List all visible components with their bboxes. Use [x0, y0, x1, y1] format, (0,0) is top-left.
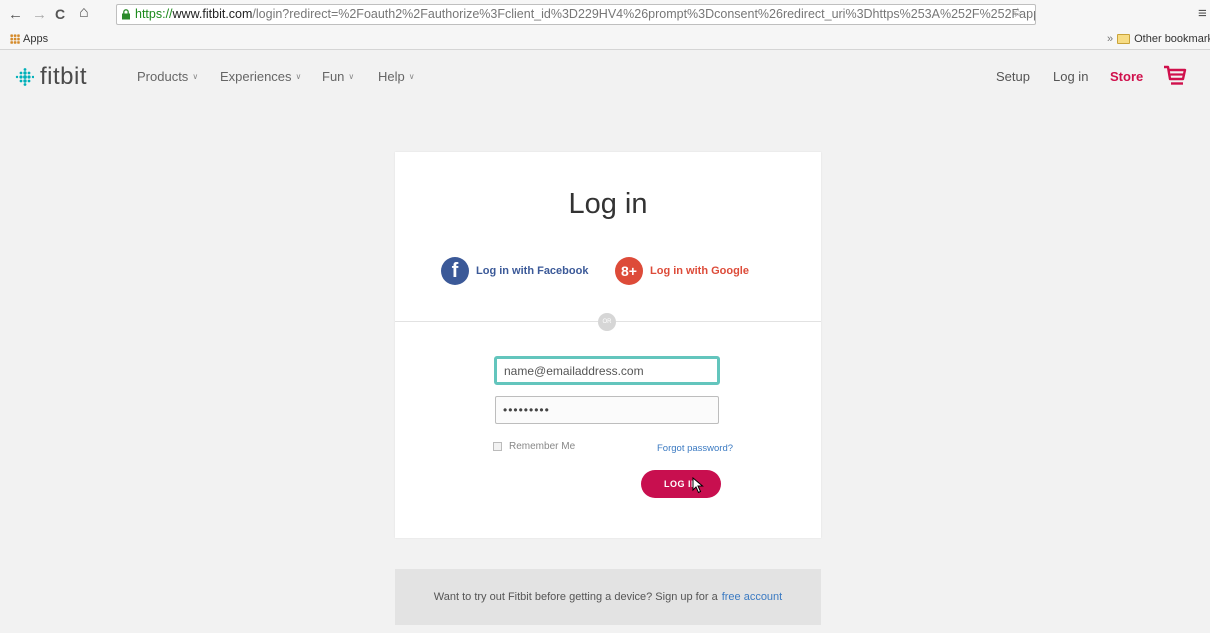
chevron-down-icon: ∨	[295, 72, 302, 81]
remember-me-label: Remember Me	[509, 441, 576, 452]
bookmark-star-icon[interactable]: ☆	[1012, 5, 1024, 21]
apps-shortcut[interactable]: Apps	[10, 33, 48, 45]
page-title: Log in	[568, 188, 648, 220]
browser-chrome: ← → C ⌂ https://www.fitbit.com/login?red…	[0, 0, 1210, 50]
browser-menu-icon[interactable]: ≡	[1198, 5, 1207, 22]
nav-label: Experiences	[220, 69, 292, 84]
login-button[interactable]: LOG IN	[641, 470, 721, 498]
cart-icon[interactable]	[1163, 65, 1187, 87]
apps-grid-icon	[10, 34, 20, 44]
apps-label: Apps	[23, 33, 49, 45]
nav-label: Help	[378, 69, 405, 84]
password-field[interactable]	[495, 396, 719, 424]
nav-fun[interactable]: Fun ∨	[322, 69, 354, 84]
chevron-down-icon: ∨	[192, 72, 199, 81]
nav-experiences[interactable]: Experiences ∨	[220, 69, 301, 84]
facebook-login-label: Log in with Facebook	[476, 265, 589, 277]
forward-icon[interactable]: →	[32, 6, 47, 23]
signup-text: Want to try out Fitbit before getting a …	[433, 591, 718, 603]
forgot-password-link[interactable]: Forgot password?	[657, 443, 733, 454]
lock-icon	[122, 9, 130, 20]
login-link[interactable]: Log in	[1053, 69, 1088, 84]
nav-products[interactable]: Products ∨	[137, 69, 198, 84]
free-account-link[interactable]: free account	[722, 591, 783, 603]
url-host: www.fitbit.com	[172, 7, 253, 21]
chevron-down-icon: ∨	[408, 72, 415, 81]
remember-me[interactable]: Remember Me	[493, 441, 575, 452]
remember-me-checkbox[interactable]	[493, 442, 502, 451]
fitbit-logo[interactable]: fitbit	[14, 63, 87, 91]
email-field[interactable]	[494, 356, 720, 385]
logo-text: fitbit	[40, 63, 88, 90]
nav-help[interactable]: Help ∨	[378, 69, 415, 84]
nav-label: Fun	[322, 69, 345, 84]
site-header: fitbit Products ∨ Experiences ∨ Fun ∨ He…	[0, 51, 1210, 101]
setup-link[interactable]: Setup	[996, 69, 1030, 84]
google-plus-icon: 8+	[615, 257, 643, 285]
google-login-button[interactable]: 8+ Log in with Google	[615, 257, 749, 285]
google-login-label: Log in with Google	[650, 265, 749, 277]
url-scheme: https://	[135, 7, 173, 21]
facebook-login-button[interactable]: f Log in with Facebook	[441, 257, 588, 285]
mouse-cursor-icon	[692, 477, 704, 494]
address-bar[interactable]: https://www.fitbit.com/login?redirect=%2…	[116, 4, 1036, 25]
url-path: /login?redirect=%2Foauth2%2Fauthorize%3F…	[252, 7, 1036, 21]
nav-label: Products	[137, 69, 189, 84]
reload-icon[interactable]: C	[55, 6, 65, 22]
back-icon[interactable]: ←	[8, 6, 23, 23]
home-icon[interactable]: ⌂	[79, 4, 89, 22]
chevron-down-icon: ∨	[348, 72, 355, 81]
signup-banner: Want to try out Fitbit before getting a …	[395, 569, 821, 625]
other-bookmarks-label: Other bookmarks	[1134, 33, 1210, 45]
other-bookmarks[interactable]: » Other bookmarks	[1107, 33, 1210, 45]
bookmarks-overflow-icon[interactable]: »	[1107, 33, 1113, 45]
login-card: Log in f Log in with Facebook 8+ Log in …	[395, 152, 821, 538]
or-separator: OR	[598, 313, 616, 331]
folder-icon	[1117, 34, 1131, 44]
fitbit-dots-icon	[15, 68, 34, 86]
facebook-icon: f	[441, 257, 469, 285]
store-link[interactable]: Store	[1110, 69, 1143, 84]
